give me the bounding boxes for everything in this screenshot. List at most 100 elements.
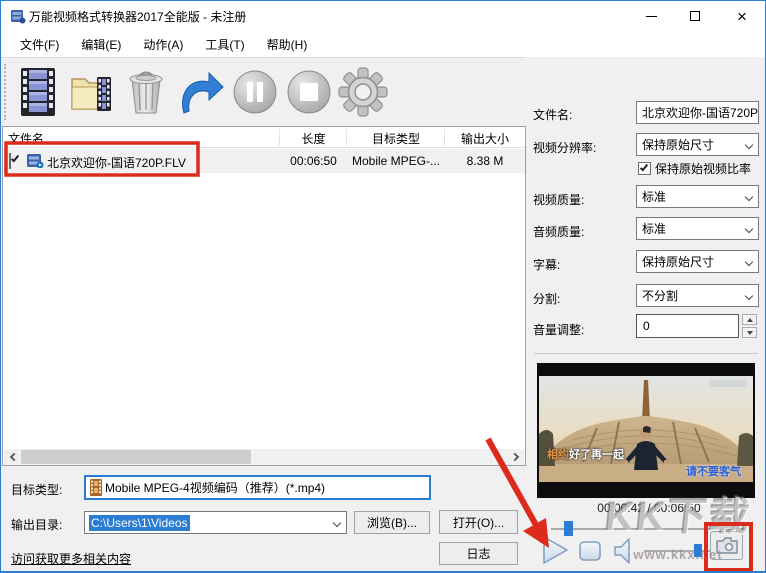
subtitle-dropdown[interactable]: 保持原始尺寸: [636, 250, 759, 273]
video-preview: 相约好了再一起 请不要客气: [537, 363, 755, 498]
filename-label: 文件名:: [533, 106, 572, 123]
film-small-icon: [89, 479, 103, 496]
window-title: 万能视频格式转换器2017全能版 - 未注册: [29, 8, 246, 25]
maximize-icon: [690, 11, 700, 21]
resolution-label: 视频分辨率:: [533, 139, 596, 156]
check-icon: [640, 163, 648, 172]
chevron-down-icon: [745, 292, 753, 300]
audio-quality-label: 音频质量:: [533, 223, 584, 240]
file-output-size: 8.38 M: [445, 154, 525, 168]
log-button[interactable]: 日志: [439, 542, 518, 565]
delete-button[interactable]: [121, 65, 171, 119]
snapshot-button[interactable]: [710, 531, 743, 560]
video-quality-dropdown[interactable]: 标准: [636, 185, 759, 208]
menu-edit[interactable]: 编辑(E): [70, 32, 132, 57]
output-dir-combobox[interactable]: C:\Users\1\Videos: [84, 511, 347, 534]
camera-icon: [716, 537, 738, 554]
chevron-down-icon: [745, 193, 753, 201]
minimize-button[interactable]: [629, 1, 673, 31]
filename-input[interactable]: 北京欢迎你-国语720P: [636, 101, 759, 124]
open-button[interactable]: 打开(O)...: [439, 510, 518, 534]
settings-button[interactable]: [338, 65, 388, 119]
chevron-down-icon: [333, 519, 341, 527]
close-button[interactable]: ×: [720, 1, 764, 31]
column-target-type[interactable]: 目标类型: [347, 130, 445, 147]
close-icon: ×: [737, 8, 747, 25]
menu-file[interactable]: 文件(F): [9, 32, 70, 57]
play-icon: [541, 535, 569, 565]
convert-button[interactable]: [175, 65, 225, 119]
stop-icon: [286, 69, 332, 115]
video-file-icon: [27, 153, 44, 171]
title-bar: 万能视频格式转换器2017全能版 - 未注册 ×: [1, 1, 765, 31]
volume-input[interactable]: 0: [636, 314, 739, 338]
split-dropdown[interactable]: 不分割: [636, 284, 759, 307]
subtitle-label: 字幕:: [533, 256, 560, 273]
app-window: 万能视频格式转换器2017全能版 - 未注册 × 文件(F) 编辑(E) 动作(…: [0, 0, 766, 573]
spin-down-button[interactable]: [742, 327, 757, 338]
file-row[interactable]: 北京欢迎你-国语720P.FLV 00:06:50 Mobile MPEG-..…: [3, 149, 525, 173]
add-video-button[interactable]: [13, 65, 63, 119]
browse-button[interactable]: 浏览(B)...: [354, 511, 430, 534]
menu-action[interactable]: 动作(A): [132, 32, 194, 57]
playback-time: 00:00:42 / 00:06:50: [551, 501, 747, 515]
file-target-type: Mobile MPEG-...: [347, 154, 445, 168]
trash-icon: [125, 68, 167, 116]
target-type-label: 目标类型:: [11, 481, 62, 498]
split-label: 分割:: [533, 290, 560, 307]
pause-button[interactable]: [230, 65, 280, 119]
volume-label: 音量调整:: [533, 321, 584, 338]
output-dir-label: 输出目录:: [11, 516, 62, 533]
add-folder-button[interactable]: [67, 65, 117, 119]
output-dir-value: C:\Users\1\Videos: [89, 515, 190, 531]
video-quality-label: 视频质量:: [533, 191, 584, 208]
file-name: 北京欢迎你-国语720P.FLV: [47, 154, 186, 171]
audio-quality-dropdown[interactable]: 标准: [636, 217, 759, 240]
menu-help[interactable]: 帮助(H): [256, 32, 319, 57]
chevron-down-icon: [745, 225, 753, 233]
menu-tools[interactable]: 工具(T): [194, 32, 255, 57]
keep-ratio-checkbox[interactable]: [638, 162, 651, 175]
stop-playback-button[interactable]: [577, 539, 603, 563]
file-duration: 00:06:50: [280, 154, 347, 168]
video-logo-badge: [709, 380, 747, 387]
toolbar-grip: [4, 64, 7, 120]
column-duration[interactable]: 长度: [280, 130, 347, 147]
scroll-left-button[interactable]: [4, 449, 20, 465]
subtitle-line2: 请不要客气: [686, 463, 741, 479]
scrollbar-thumb[interactable]: [21, 450, 251, 464]
stop-button[interactable]: [284, 65, 334, 119]
volume-slider-handle[interactable]: [694, 544, 702, 557]
seek-slider-track[interactable]: [551, 528, 747, 530]
maximize-button[interactable]: [673, 1, 717, 31]
speaker-icon: [611, 537, 635, 565]
film-strip-icon: [17, 66, 59, 118]
app-icon: [10, 8, 26, 29]
target-type-combobox[interactable]: Mobile MPEG-4视频编码（推荐）(*.mp4): [84, 475, 431, 500]
convert-arrow-icon: [175, 69, 225, 115]
file-list-header: 文件名 长度 目标类型 输出大小: [3, 127, 525, 148]
karaoke-subtitle: 相约好了再一起: [547, 446, 624, 462]
mute-button[interactable]: [609, 536, 637, 566]
volume-spinner: [742, 314, 757, 338]
arrow-down-icon: [747, 331, 753, 335]
play-button[interactable]: [539, 534, 571, 566]
keep-ratio-label: 保持原始视频比率: [655, 160, 751, 177]
pause-icon: [232, 69, 278, 115]
toolbar: [1, 58, 526, 126]
arrow-up-icon: [747, 318, 753, 322]
folder-video-icon: [69, 69, 115, 115]
resolution-dropdown[interactable]: 保持原始尺寸: [636, 133, 759, 156]
file-checkbox[interactable]: [9, 153, 11, 169]
column-filename[interactable]: 文件名: [8, 130, 44, 147]
check-icon: [11, 154, 19, 163]
chevron-left-icon: [9, 453, 17, 461]
spin-up-button[interactable]: [742, 314, 757, 325]
horizontal-scrollbar[interactable]: [4, 449, 524, 465]
column-output-size[interactable]: 输出大小: [445, 130, 525, 147]
scroll-right-button[interactable]: [508, 449, 524, 465]
panel-separator: [534, 353, 758, 354]
chevron-down-icon: [745, 258, 753, 266]
more-content-link[interactable]: 访问获取更多相关内容: [11, 550, 131, 567]
minimize-icon: [646, 16, 657, 17]
